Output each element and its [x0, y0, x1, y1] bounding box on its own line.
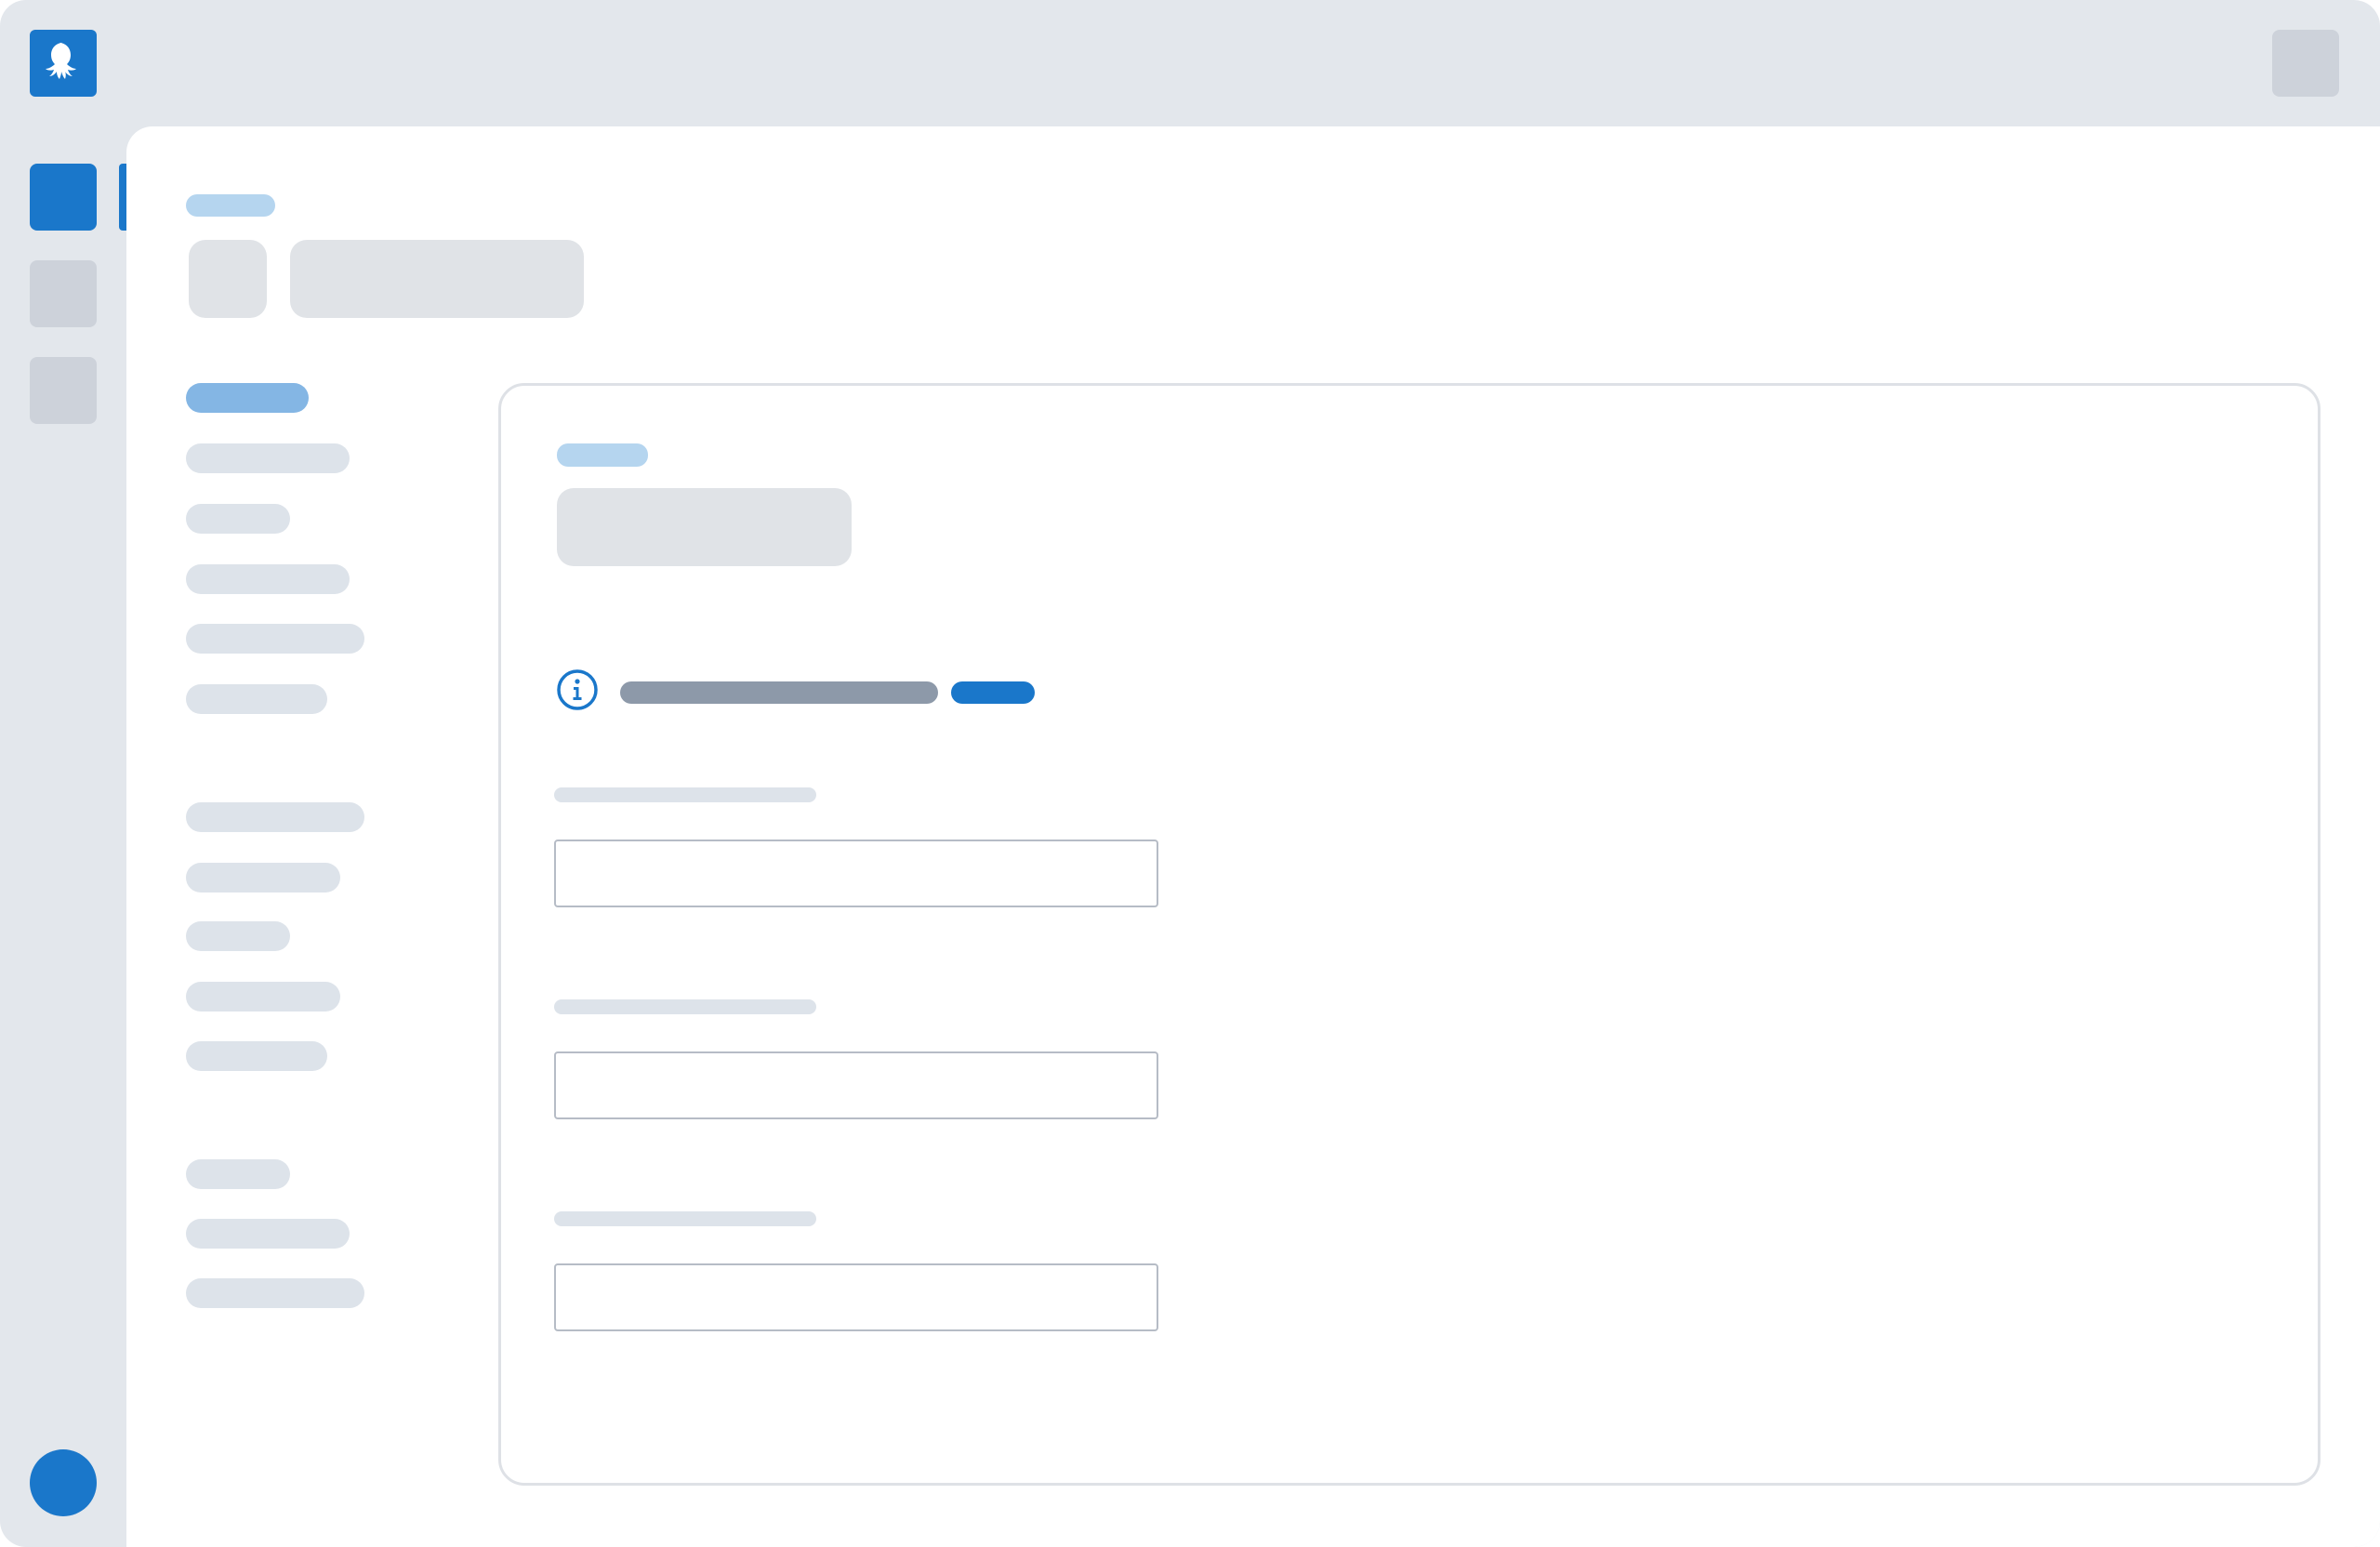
- rail-item-2[interactable]: [30, 260, 97, 327]
- subnav-item[interactable]: [186, 1278, 364, 1308]
- rail-item-3[interactable]: [30, 357, 97, 424]
- info-icon: [556, 668, 599, 711]
- subnav-item[interactable]: [186, 443, 350, 473]
- subnav-item[interactable]: [186, 802, 364, 832]
- subnav-item[interactable]: [186, 1041, 327, 1071]
- subnav-item[interactable]: [186, 624, 364, 654]
- subnav-item-active[interactable]: [186, 383, 309, 413]
- field-label-3: [554, 1211, 816, 1226]
- user-avatar[interactable]: [30, 1449, 97, 1516]
- subnav-item[interactable]: [186, 921, 290, 951]
- account-menu-button[interactable]: [2272, 30, 2339, 97]
- octopus-logo-graphic: [46, 43, 76, 79]
- field-label-1: [554, 787, 816, 802]
- subnav-item[interactable]: [186, 1219, 350, 1249]
- rail-item-1[interactable]: [30, 164, 97, 231]
- subnav-item[interactable]: [186, 1159, 290, 1189]
- text-field-3[interactable]: [554, 1263, 1158, 1331]
- page-title: [290, 240, 584, 318]
- info-link[interactable]: [951, 681, 1035, 704]
- subnav-item[interactable]: [186, 863, 340, 892]
- text-field-1[interactable]: [554, 840, 1158, 907]
- page-icon: [189, 240, 267, 318]
- subnav-item[interactable]: [186, 564, 350, 594]
- subnav-item[interactable]: [186, 504, 290, 534]
- app-window: [0, 0, 2380, 1547]
- card-title: [557, 488, 852, 566]
- field-label-2: [554, 999, 816, 1014]
- subnav-item[interactable]: [186, 684, 327, 714]
- subnav-item[interactable]: [186, 982, 340, 1012]
- octopus-logo-icon[interactable]: [30, 30, 97, 97]
- card-eyebrow: [557, 443, 648, 467]
- text-field-2[interactable]: [554, 1051, 1158, 1119]
- breadcrumb[interactable]: [186, 194, 275, 217]
- info-message: [620, 681, 938, 704]
